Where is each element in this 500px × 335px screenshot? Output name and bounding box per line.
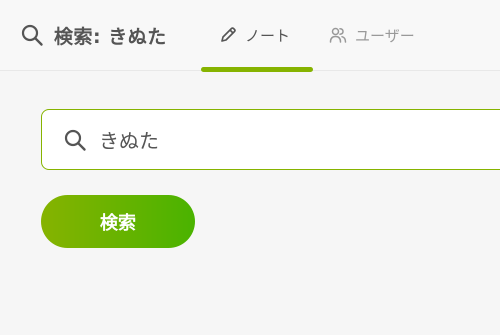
page-header: 検索: きぬた ノート ユーザー [0, 0, 500, 72]
search-input[interactable] [99, 127, 479, 152]
search-button[interactable]: 検索 [41, 195, 195, 248]
active-tab-indicator [201, 67, 313, 72]
page-title: 検索: きぬた [20, 20, 167, 50]
search-icon [63, 128, 87, 152]
search-icon [20, 23, 44, 47]
tab-notes[interactable]: ノート [219, 20, 290, 50]
pencil-icon [219, 26, 237, 44]
search-box[interactable] [41, 109, 500, 170]
tab-notes-label: ノート [245, 26, 291, 45]
tab-users[interactable]: ユーザー [329, 20, 415, 50]
tab-users-label: ユーザー [355, 26, 415, 45]
users-icon [329, 26, 347, 44]
page-title-text: 検索: きぬた [54, 25, 167, 48]
